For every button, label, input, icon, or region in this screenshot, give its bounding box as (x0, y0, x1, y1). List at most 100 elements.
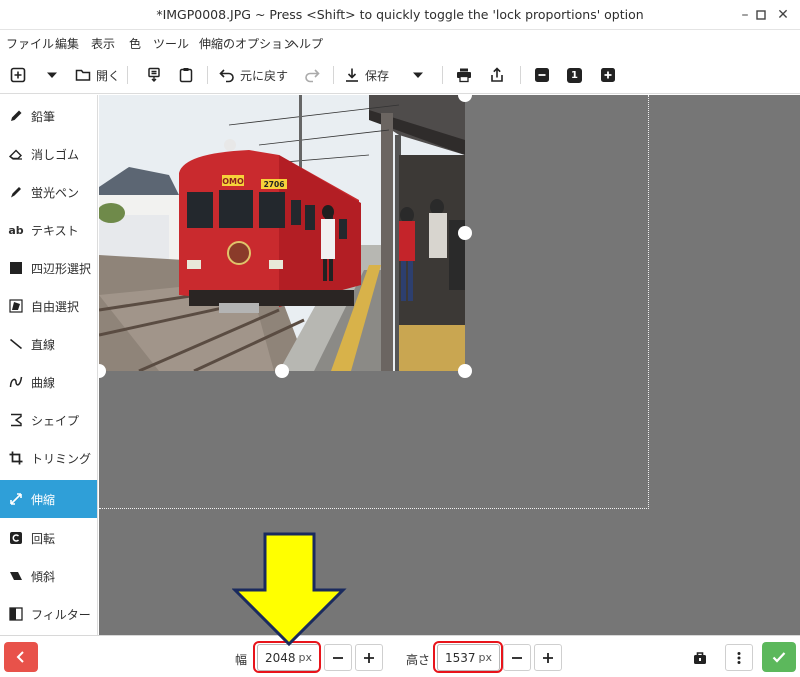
tool-label: 回転 (31, 531, 56, 546)
toolbar-separator (127, 66, 128, 84)
resize-handle-right[interactable] (458, 226, 472, 240)
free-select-icon (8, 298, 24, 314)
tool-label: 直線 (31, 337, 56, 352)
undo-button[interactable]: 元に戻す (219, 64, 288, 86)
minus-icon (333, 656, 343, 659)
undo-icon (219, 69, 234, 83)
height-decrease-button[interactable] (503, 644, 531, 671)
tool-label: 四辺形選択 (31, 261, 92, 276)
menu-edit[interactable]: 編集 (55, 35, 79, 52)
folder-icon (75, 69, 91, 81)
rotate-icon (8, 530, 24, 546)
toolbox-icon (694, 651, 706, 664)
zoom-level-badge: 1 (567, 67, 582, 83)
tool-label: 自由選択 (31, 299, 80, 314)
share-icon (491, 67, 503, 82)
tool-rotate[interactable]: 回転 (0, 519, 97, 557)
tool-filter[interactable]: フィルター (0, 595, 97, 633)
save-label: 保存 (365, 68, 390, 83)
tool-label: シェイプ (31, 413, 80, 428)
plus-icon (364, 652, 374, 663)
tool-label: フィルター (31, 607, 91, 622)
zoom-reset-button[interactable]: 1 (567, 64, 582, 86)
tool-crop[interactable]: トリミング (0, 439, 97, 477)
tool-curve[interactable]: 曲線 (0, 363, 97, 401)
tool-pencil[interactable]: 鉛筆 (0, 97, 97, 135)
print-icon (457, 68, 471, 83)
open-button[interactable]: 開く (75, 64, 120, 86)
print-button[interactable] (456, 64, 472, 86)
tool-label: 蛍光ペン (31, 185, 80, 200)
new-button[interactable] (10, 64, 26, 86)
redo-icon (305, 69, 320, 83)
image-preview: OMO 2706 (99, 95, 465, 371)
text-icon: ab (8, 223, 24, 237)
toolbar-separator (520, 66, 521, 84)
train-destination-sign: OMO (222, 177, 244, 186)
scale-icon (8, 491, 24, 507)
zoom-in-button[interactable] (600, 64, 616, 86)
download-icon (346, 68, 358, 82)
height-increase-button[interactable] (534, 644, 562, 671)
height-label: 高さ (406, 653, 431, 667)
tool-label: トリミング (31, 451, 92, 466)
tool-options-button[interactable] (686, 644, 714, 671)
filter-icon (8, 606, 24, 622)
maximize-icon[interactable] (752, 6, 770, 24)
skew-icon (8, 568, 24, 584)
menu-bar: ファイル 編集 表示 色 ツール 伸縮のオプション ヘルプ (0, 30, 800, 56)
tool-line[interactable]: 直線 (0, 325, 97, 363)
train-number-plate: 2706 (264, 180, 285, 189)
close-icon[interactable]: ✕ (774, 6, 792, 24)
share-button[interactable] (489, 64, 505, 86)
save-dropdown-button[interactable] (412, 64, 424, 86)
canvas-area[interactable]: OMO 2706 (99, 95, 800, 635)
menu-file[interactable]: ファイル (6, 35, 54, 52)
title-bar: *IMGP0008.JPG ~ Press <Shift> to quickly… (0, 0, 800, 30)
save-button[interactable]: 保存 (344, 64, 389, 86)
import-button[interactable] (146, 64, 162, 86)
zoom-out-icon (535, 68, 549, 82)
tool-label: 伸縮 (31, 492, 56, 507)
plus-icon (543, 652, 553, 663)
eraser-icon (8, 146, 24, 162)
menu-view[interactable]: 表示 (91, 35, 115, 52)
height-highlight-box (433, 641, 503, 673)
redo-button[interactable] (304, 64, 320, 86)
menu-scale-options[interactable]: 伸縮のオプション (199, 35, 295, 52)
tool-rect-select[interactable]: 四辺形選択 (0, 249, 97, 287)
paste-button[interactable] (178, 64, 194, 86)
cancel-button[interactable] (4, 642, 38, 672)
menu-tools[interactable]: ツール (153, 35, 189, 52)
tool-label: 曲線 (31, 375, 56, 390)
tool-scale[interactable]: 伸縮 (0, 480, 97, 518)
tool-eraser[interactable]: 消しゴム (0, 135, 97, 173)
more-options-button[interactable] (725, 644, 753, 671)
resize-handle-bottom-right[interactable] (458, 364, 472, 378)
tool-text[interactable]: ab テキスト (0, 211, 97, 249)
width-decrease-button[interactable] (324, 644, 352, 671)
annotation-arrow (232, 532, 347, 647)
line-icon (8, 336, 24, 352)
tool-skew[interactable]: 傾斜 (0, 557, 97, 595)
undo-label: 元に戻す (240, 68, 289, 83)
zoom-in-icon (601, 68, 615, 82)
new-dropdown-button[interactable] (46, 64, 58, 86)
tool-free-select[interactable]: 自由選択 (0, 287, 97, 325)
curve-icon (8, 374, 24, 390)
menu-help[interactable]: ヘルプ (287, 35, 323, 52)
tool-label: 消しゴム (31, 147, 80, 162)
chevron-left-icon (16, 651, 24, 663)
minus-icon (512, 656, 522, 659)
zoom-out-button[interactable] (534, 64, 550, 86)
tool-shape[interactable]: シェイプ (0, 401, 97, 439)
apply-button[interactable] (762, 642, 796, 672)
width-increase-button[interactable] (355, 644, 383, 671)
tool-label: 傾斜 (31, 569, 56, 584)
menu-color[interactable]: 色 (129, 35, 141, 52)
import-icon (148, 67, 160, 82)
tool-label: テキスト (31, 223, 79, 238)
resize-handle-bottom[interactable] (275, 364, 289, 378)
tool-highlighter[interactable]: 蛍光ペン (0, 173, 97, 211)
toolbar-separator (442, 66, 443, 84)
